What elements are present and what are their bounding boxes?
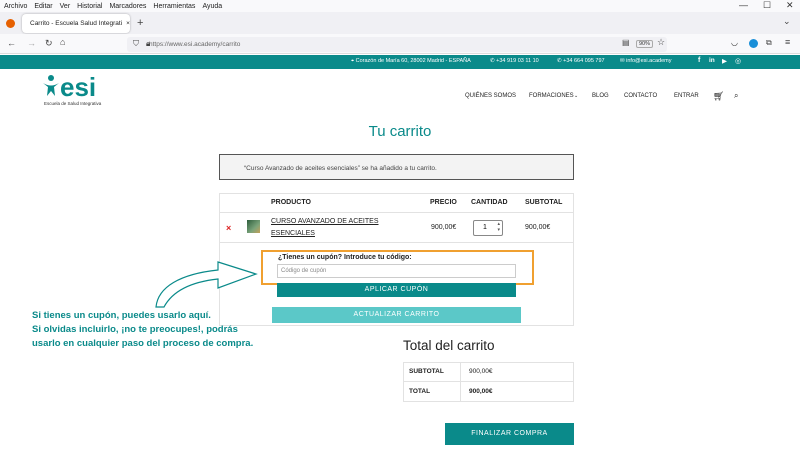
cart-icon[interactable]: 🛒︎ — [713, 91, 724, 102]
phone2-text[interactable]: ✆ +34 664 095 797 — [557, 58, 605, 64]
menu-ayuda[interactable]: Ayuda — [202, 3, 222, 10]
menu-ver[interactable]: Ver — [60, 3, 71, 10]
totals-column-divider — [460, 362, 461, 402]
phone1-text[interactable]: ✆ +34 919 03 11 10 — [490, 58, 539, 64]
menu-editar[interactable]: Editar — [34, 3, 52, 10]
pocket-icon[interactable]: ◡ — [731, 38, 738, 47]
youtube-icon[interactable]: ▶ — [722, 57, 727, 65]
product-name-line2[interactable]: ESENCIALES — [271, 230, 315, 237]
coupon-placeholder: Código de cupón — [281, 268, 327, 274]
quantity-stepper[interactable]: 1 ▴ ▾ — [473, 220, 503, 236]
checkout-label: FINALIZAR COMPRA — [471, 430, 548, 437]
stepper-arrows-icon[interactable]: ▴ ▾ — [497, 221, 500, 233]
search-icon[interactable]: ⌕ — [734, 91, 738, 101]
update-cart-button[interactable]: ACTUALIZAR CARRITO — [272, 307, 521, 323]
menu-bar: Archivo Editar Ver Historial Marcadores … — [0, 0, 800, 12]
nav-entrar[interactable]: ENTRAR — [674, 93, 699, 99]
header-subtotal: SUBTOTAL — [525, 199, 563, 206]
menu-marcadores[interactable]: Marcadores — [109, 3, 146, 10]
shield-icon[interactable]: ⛉ — [133, 39, 139, 49]
nav-quienes-somos[interactable]: QUIÉNES SOMOS — [465, 93, 516, 99]
nav-blog[interactable]: BLOG — [592, 93, 609, 99]
new-tab-button[interactable]: + — [137, 17, 143, 29]
tab-list-icon[interactable]: ⌄ — [783, 16, 791, 27]
tab-title: Carrito - Escuela Salud Integrati — [30, 20, 123, 27]
home-icon[interactable]: ⌂ — [60, 37, 65, 47]
quantity-value: 1 — [483, 224, 487, 231]
instagram-icon[interactable]: ◎ — [735, 57, 741, 65]
logo-subtitle: Escuela de Salud Integrativa — [44, 101, 102, 106]
tab-close-icon[interactable]: × — [126, 20, 130, 27]
extensions-icon[interactable]: ⧉ — [766, 38, 772, 48]
remove-item-button[interactable]: × — [226, 223, 231, 233]
menu-archivo[interactable]: Archivo — [4, 3, 27, 10]
update-cart-label: ACTUALIZAR CARRITO — [353, 311, 440, 318]
apply-coupon-label: APLICAR CUPÓN — [364, 286, 429, 293]
coupon-annotation: Si tienes un cupón, puedes usarlo aquí. … — [32, 309, 307, 351]
item-price: 900,00€ — [431, 224, 457, 231]
address-text: ⌖ Corazón de María 60, 28002 Madrid - ES… — [351, 58, 471, 64]
coupon-code-input[interactable]: Código de cupón — [277, 264, 516, 278]
email-text[interactable]: ✉ info@esi.academy — [620, 58, 671, 64]
nav-formaciones[interactable]: FORMACIONES — [529, 93, 574, 99]
header-precio: PRECIO — [430, 199, 457, 206]
chevron-down-icon: ⌄ — [574, 93, 579, 99]
menu-herramientas[interactable]: Herramientas — [153, 3, 195, 10]
reader-view-icon[interactable]: ▤ — [622, 38, 630, 47]
tab-carrito[interactable]: Carrito - Escuela Salud Integrati × — [22, 14, 130, 33]
maximize-icon[interactable]: ☐ — [763, 0, 771, 11]
reload-icon[interactable]: ↻ — [45, 38, 53, 49]
menu-hamburger-icon[interactable]: ≡ — [785, 37, 790, 47]
total-label: TOTAL — [409, 388, 431, 395]
header-producto: PRODUCTO — [271, 199, 311, 206]
facebook-icon[interactable]: f — [698, 57, 700, 64]
annotation-line2: Si olvidas incluirlo, ¡no te preocupes!,… — [32, 324, 238, 335]
page-title: Tu carrito — [368, 123, 432, 140]
url-text: https://www.esi.academy/carrito — [149, 41, 241, 48]
annotation-line1: Si tienes un cupón, puedes usarlo aquí. — [32, 310, 211, 321]
minimize-icon[interactable]: — — [739, 0, 748, 10]
linkedin-icon[interactable]: in — [709, 57, 715, 64]
url-bar[interactable]: https://www.esi.academy/carrito — [127, 37, 667, 52]
account-icon[interactable] — [749, 39, 758, 48]
contact-strip: ⌖ Corazón de María 60, 28002 Madrid - ES… — [0, 55, 800, 69]
added-to-cart-notice: “Curso Avanzado de aceites esenciales” s… — [219, 154, 574, 180]
cart-totals-title: Total del carrito — [403, 338, 495, 353]
lock-icon[interactable]: 🔒︎ — [146, 39, 150, 49]
logo-figure-icon[interactable] — [42, 74, 60, 98]
annotation-arrow-icon — [155, 261, 258, 308]
annotation-line3: usarlo en cualquier paso del proceso de … — [32, 338, 254, 349]
close-window-icon[interactable]: ✕ — [786, 0, 794, 11]
product-thumbnail[interactable] — [247, 220, 260, 233]
apply-coupon-button[interactable]: APLICAR CUPÓN — [277, 283, 516, 297]
nav-contacto[interactable]: CONTACTO — [624, 93, 657, 99]
firefox-icon[interactable] — [6, 19, 15, 28]
back-icon[interactable]: ← — [7, 38, 16, 48]
product-name-line1[interactable]: CURSO AVANZADO DE ACEITES — [271, 218, 379, 225]
checkout-button[interactable]: FINALIZAR COMPRA — [445, 423, 574, 445]
table-divider — [219, 242, 574, 243]
menu-historial[interactable]: Historial — [77, 3, 102, 10]
totals-divider — [403, 381, 574, 382]
table-divider — [219, 212, 574, 213]
bookmark-star-icon[interactable]: ☆ — [657, 37, 665, 48]
notice-text: “Curso Avanzado de aceites esenciales” s… — [244, 165, 437, 172]
zoom-level[interactable]: 90% — [636, 40, 654, 48]
logo-text[interactable]: esi — [60, 72, 96, 103]
subtotal-value: 900,00€ — [469, 368, 493, 375]
item-subtotal: 900,00€ — [525, 224, 551, 231]
header-cantidad: CANTIDAD — [471, 199, 508, 206]
forward-icon[interactable]: → — [27, 38, 36, 48]
subtotal-label: SUBTOTAL — [409, 368, 444, 375]
coupon-label: ¿Tienes un cupón? Introduce tu código: — [278, 254, 412, 261]
total-value: 900,00€ — [469, 388, 493, 395]
